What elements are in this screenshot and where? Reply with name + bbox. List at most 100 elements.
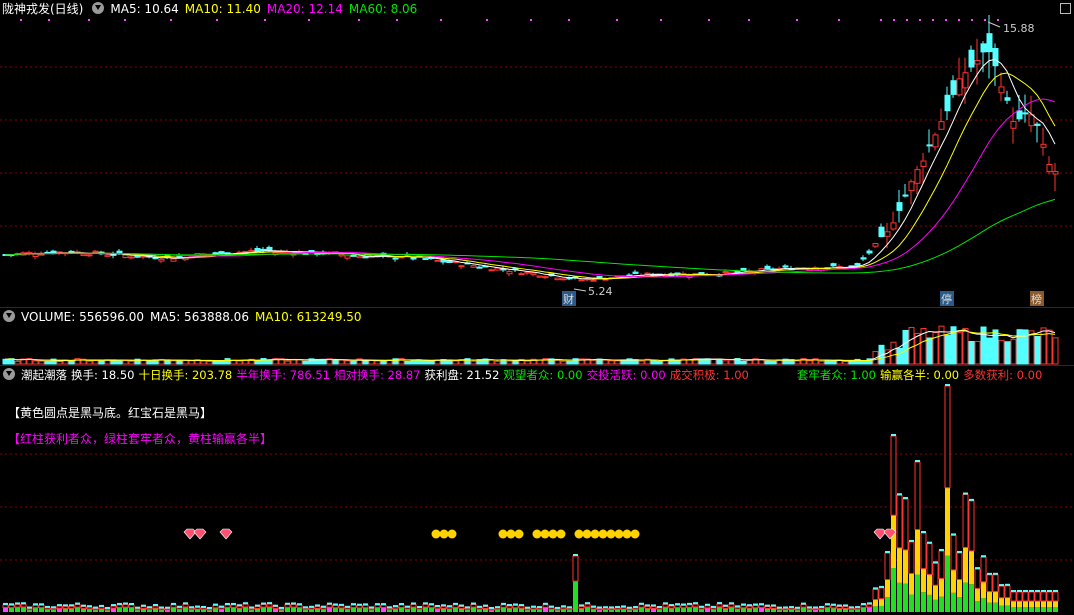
- stock-title[interactable]: 陇神戎发(日线): [2, 2, 83, 16]
- red-bar: [440, 605, 447, 609]
- green-bar: [837, 608, 842, 612]
- green-bar: [231, 607, 236, 612]
- green-bar: [39, 607, 44, 612]
- green-bar: [297, 607, 302, 612]
- bar-cap: [159, 606, 164, 609]
- yellow-bar: [897, 547, 902, 583]
- indicator-name[interactable]: 潮起潮落: [21, 368, 67, 382]
- candle-body: [128, 256, 135, 259]
- bar-cap: [105, 606, 110, 609]
- red-bar: [554, 608, 561, 611]
- red-bar: [116, 604, 123, 608]
- red-bar: [332, 604, 339, 609]
- signal-dot: [748, 19, 750, 21]
- ma20-value: MA20: 12.14: [266, 2, 343, 16]
- volume-bar: [380, 360, 387, 365]
- green-bar: [1017, 607, 1022, 612]
- green-bar: [639, 607, 644, 612]
- green-bar: [261, 607, 266, 612]
- maximize-icon[interactable]: [1060, 3, 1071, 14]
- volume-bar: [200, 360, 207, 365]
- bar-cap: [789, 606, 794, 609]
- bar-cap: [717, 602, 722, 605]
- bar-cap: [897, 493, 902, 496]
- tag-cai: 财: [563, 292, 574, 306]
- volume-bar: [122, 360, 129, 365]
- red-bar: [476, 607, 483, 610]
- bar-cap: [921, 531, 926, 534]
- candle-body: [1022, 112, 1029, 115]
- green-bar: [1035, 607, 1040, 612]
- bar-cap: [249, 606, 254, 609]
- red-bar: [326, 604, 333, 608]
- bar-cap: [621, 605, 626, 608]
- candle-body: [506, 271, 513, 275]
- bar-cap: [369, 606, 374, 609]
- signal-dot: [660, 19, 662, 21]
- green-bar: [111, 608, 116, 612]
- ruby-icon: [183, 528, 197, 540]
- dropdown-icon[interactable]: [3, 368, 15, 380]
- bar-cap: [495, 606, 500, 609]
- green-bar: [957, 597, 962, 612]
- bar-cap: [201, 605, 206, 608]
- bar-cap: [609, 606, 614, 609]
- candle-body: [344, 255, 351, 259]
- volume-bar: [470, 360, 477, 365]
- green-bar: [375, 607, 380, 612]
- bar-cap: [441, 604, 446, 607]
- dropdown-icon[interactable]: [3, 310, 15, 322]
- taolao-value: 套牢者众: 1.00: [796, 368, 876, 382]
- volume-bar: [662, 360, 669, 365]
- signal-dot: [971, 19, 973, 21]
- bar-cap: [93, 606, 98, 609]
- bar-cap: [1035, 590, 1040, 592]
- volume-bar: [452, 360, 459, 365]
- signal-dot: [440, 19, 442, 21]
- red-bar: [374, 604, 381, 609]
- candle-body: [914, 169, 921, 184]
- bar-cap: [345, 605, 350, 608]
- price-chart: 15.88 5.24 财 停 榜: [0, 15, 1074, 308]
- bar-cap: [519, 604, 524, 607]
- green-bar: [117, 607, 122, 612]
- candle-body: [266, 246, 273, 251]
- bar-cap: [957, 550, 962, 553]
- bar-cap: [273, 604, 278, 607]
- bar-cap: [885, 550, 890, 553]
- candle-body: [116, 250, 123, 254]
- candle-body: [350, 254, 357, 257]
- candle-body: [470, 265, 477, 268]
- green-bar: [429, 607, 434, 612]
- bar-cap: [81, 604, 86, 607]
- green-bar: [999, 605, 1004, 612]
- bar-cap: [903, 497, 908, 500]
- red-bar: [776, 608, 783, 611]
- bar-cap: [747, 604, 752, 607]
- green-bar: [75, 607, 80, 612]
- red-bar: [962, 494, 969, 548]
- ruby-icon: [193, 528, 207, 540]
- red-bar: [494, 607, 501, 611]
- candle-body: [956, 78, 963, 96]
- red-bar: [218, 607, 225, 610]
- green-bar: [861, 607, 866, 612]
- bar-cap: [375, 603, 380, 606]
- yellow-bar: [957, 579, 962, 598]
- bar-cap: [693, 602, 698, 605]
- volume-bar: [728, 359, 735, 365]
- red-bar: [518, 605, 525, 609]
- heima-dot: [447, 529, 457, 539]
- bar-cap: [663, 602, 668, 605]
- red-bar: [950, 534, 957, 571]
- vol-ma5-value: MA5: 563888.06: [150, 310, 249, 324]
- green-bar: [759, 607, 764, 612]
- volume-bar: [722, 360, 729, 365]
- red-bar: [338, 605, 345, 609]
- dropdown-icon[interactable]: [92, 2, 105, 14]
- red-bar: [770, 605, 777, 609]
- red-bar: [398, 604, 405, 608]
- ruby-icon: [219, 528, 233, 540]
- bar-cap: [87, 605, 92, 608]
- bar-cap: [849, 606, 854, 609]
